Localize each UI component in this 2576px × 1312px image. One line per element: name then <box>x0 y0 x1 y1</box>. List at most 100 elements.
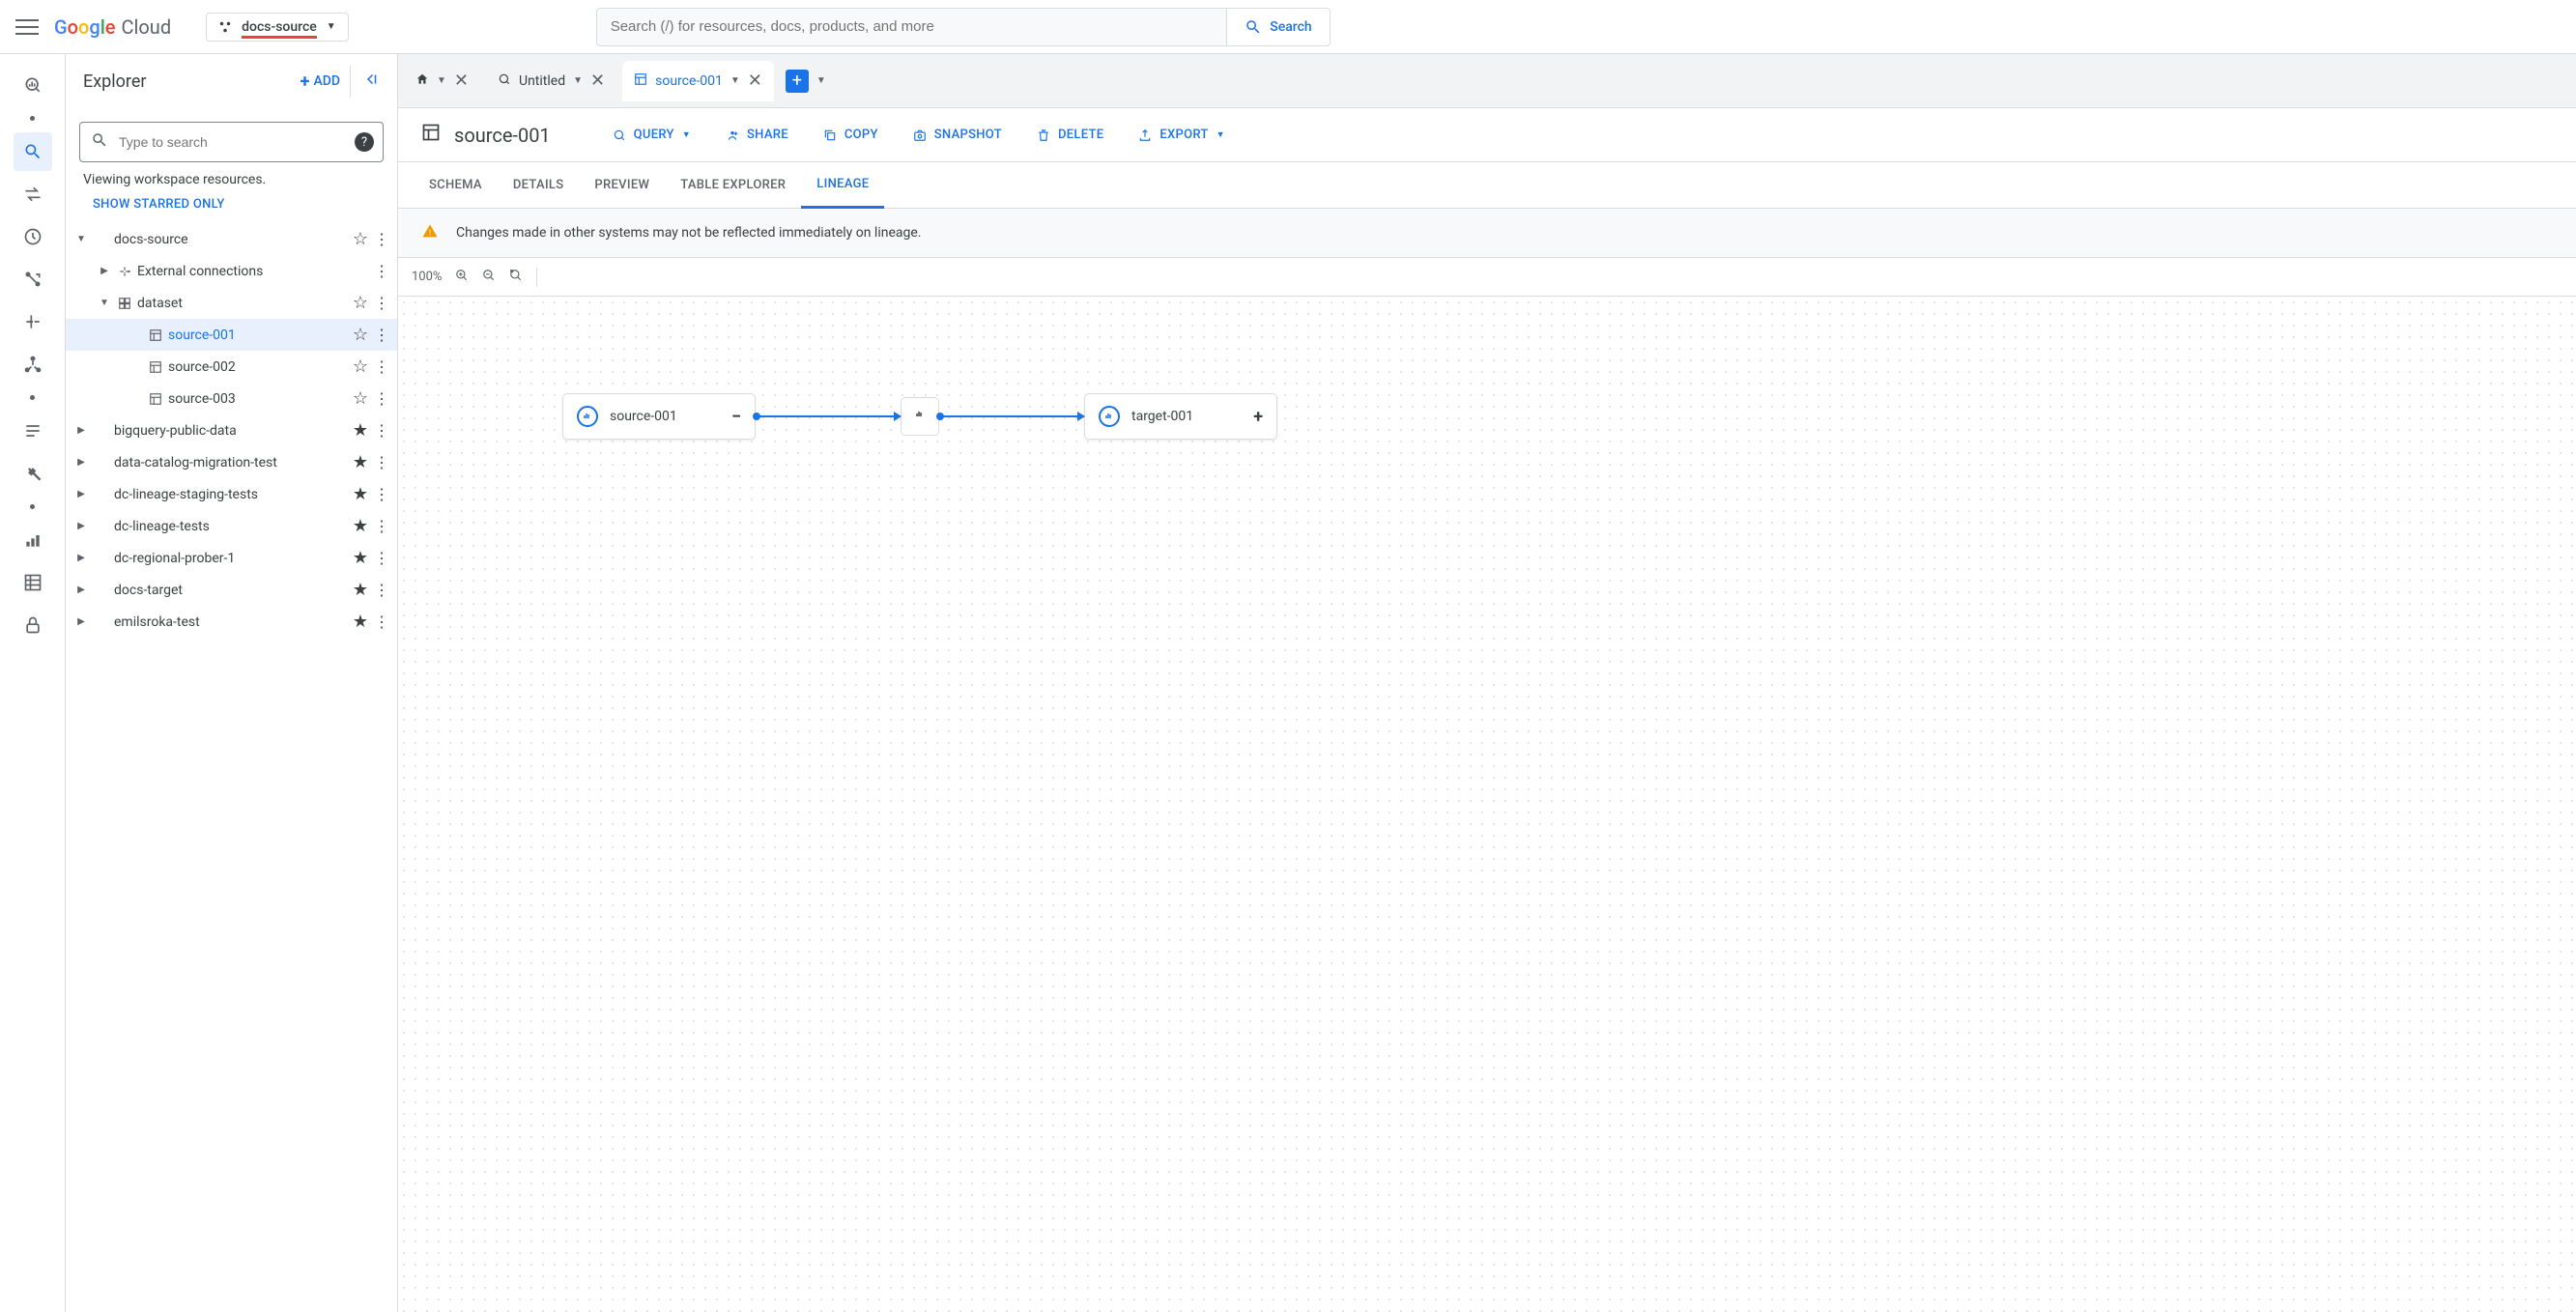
rail-data-transfer-icon[interactable] <box>14 175 52 214</box>
chevron-down-icon[interactable]: ▼ <box>437 75 446 86</box>
chevron-right-icon[interactable]: ▶ <box>73 489 89 499</box>
export-button[interactable]: EXPORT▼ <box>1138 128 1225 142</box>
chevron-right-icon[interactable]: ▶ <box>73 425 89 436</box>
chevron-right-icon[interactable]: ▶ <box>73 457 89 468</box>
star-filled-icon[interactable]: ★ <box>353 548 368 568</box>
delete-button[interactable]: DELETE <box>1037 128 1103 142</box>
lineage-node-target[interactable]: target-001 + <box>1084 393 1277 440</box>
rail-dataform-icon[interactable] <box>14 302 52 341</box>
star-filled-icon[interactable]: ★ <box>353 516 368 536</box>
help-icon[interactable]: ? <box>355 132 374 152</box>
star-icon[interactable]: ☆ <box>353 293 368 313</box>
chevron-down-icon[interactable]: ▼ <box>730 75 740 86</box>
tab-untitled[interactable]: Untitled ▼ ✕ <box>486 61 616 101</box>
zoom-reset-button[interactable] <box>509 268 523 286</box>
more-icon[interactable]: ⋮ <box>374 485 389 503</box>
star-icon[interactable]: ☆ <box>353 388 368 409</box>
zoom-out-button[interactable] <box>482 268 496 286</box>
rail-lock-icon[interactable] <box>14 606 52 644</box>
tree-project-bigquery-public[interactable]: ▶ bigquery-public-data ★ ⋮ <box>66 414 397 446</box>
more-icon[interactable]: ⋮ <box>374 230 389 248</box>
rail-table-icon[interactable] <box>14 563 52 602</box>
more-icon[interactable]: ⋮ <box>374 581 389 599</box>
star-filled-icon[interactable]: ★ <box>353 420 368 441</box>
more-icon[interactable]: ⋮ <box>374 389 389 408</box>
lineage-canvas[interactable]: source-001 − target-001 + <box>398 297 2576 1312</box>
rail-sql-workspace-icon[interactable] <box>14 132 52 171</box>
collapse-panel-button[interactable] <box>357 65 386 98</box>
more-icon[interactable]: ⋮ <box>374 262 389 280</box>
expand-icon[interactable]: + <box>1253 407 1263 427</box>
chevron-right-icon[interactable]: ▶ <box>97 266 112 276</box>
snapshot-button[interactable]: SNAPSHOT <box>913 128 1002 142</box>
star-filled-icon[interactable]: ★ <box>353 612 368 632</box>
tree-external-connections[interactable]: ▶ External connections ⋮ <box>66 255 397 287</box>
rail-bi-engine-icon[interactable] <box>14 521 52 559</box>
more-icon[interactable]: ⋮ <box>374 421 389 440</box>
add-button[interactable]: + ADD <box>291 66 351 98</box>
more-icon[interactable]: ⋮ <box>374 453 389 471</box>
copy-button[interactable]: COPY <box>823 128 878 142</box>
more-icon[interactable]: ⋮ <box>374 357 389 376</box>
chevron-down-icon[interactable]: ▼ <box>97 298 112 308</box>
rail-partner-icon[interactable] <box>14 412 52 450</box>
tab-table-explorer[interactable]: TABLE EXPLORER <box>665 162 801 209</box>
chevron-right-icon[interactable]: ▶ <box>73 553 89 563</box>
chevron-right-icon[interactable]: ▶ <box>73 616 89 627</box>
collapse-icon[interactable]: − <box>731 407 741 427</box>
rail-dataplex-icon[interactable] <box>14 345 52 384</box>
tree-project-docs-source[interactable]: ▼ docs-source ☆ ⋮ <box>66 223 397 255</box>
google-cloud-logo[interactable]: Google Cloud <box>54 15 171 39</box>
chevron-right-icon[interactable]: ▶ <box>73 585 89 595</box>
tab-lineage[interactable]: LINEAGE <box>801 162 884 209</box>
project-selector[interactable]: docs-source ▼ <box>206 13 349 42</box>
chevron-down-icon[interactable]: ▼ <box>573 75 583 86</box>
star-filled-icon[interactable]: ★ <box>353 452 368 472</box>
tree-table-source-001[interactable]: source-001 ☆ ⋮ <box>66 319 397 351</box>
close-icon[interactable]: ✕ <box>748 71 762 91</box>
menu-hamburger-icon[interactable] <box>15 15 39 39</box>
more-icon[interactable]: ⋮ <box>374 613 389 631</box>
star-icon[interactable]: ☆ <box>353 357 368 377</box>
star-filled-icon[interactable]: ★ <box>353 580 368 600</box>
tree-dataset[interactable]: ▼ dataset ☆ ⋮ <box>66 287 397 319</box>
close-icon[interactable]: ✕ <box>590 71 605 91</box>
query-button[interactable]: QUERY▼ <box>613 128 691 142</box>
rail-admin-icon[interactable] <box>14 454 52 493</box>
tree-table-source-002[interactable]: source-002 ☆ ⋮ <box>66 351 397 383</box>
rail-bigquery-icon[interactable] <box>14 66 52 104</box>
tree-project-dc-lineage-staging[interactable]: ▶ dc-lineage-staging-tests ★ ⋮ <box>66 478 397 510</box>
more-icon[interactable]: ⋮ <box>374 517 389 535</box>
star-icon[interactable]: ☆ <box>353 229 368 249</box>
close-icon[interactable]: ✕ <box>454 71 469 91</box>
tree-project-data-catalog[interactable]: ▶ data-catalog-migration-test ★ ⋮ <box>66 446 397 478</box>
zoom-in-button[interactable] <box>455 268 469 286</box>
show-starred-button[interactable]: SHOW STARRED ONLY <box>83 197 380 212</box>
tab-schema[interactable]: SCHEMA <box>414 162 498 209</box>
chevron-down-icon[interactable]: ▼ <box>73 234 89 244</box>
star-icon[interactable]: ☆ <box>353 325 368 345</box>
star-filled-icon[interactable]: ★ <box>353 484 368 504</box>
lineage-node-source[interactable]: source-001 − <box>562 393 756 440</box>
tab-source-001[interactable]: source-001 ▼ ✕ <box>622 61 774 101</box>
search-input[interactable] <box>596 8 1227 46</box>
share-button[interactable]: SHARE <box>726 128 788 142</box>
tree-project-docs-target[interactable]: ▶ docs-target ★ ⋮ <box>66 574 397 606</box>
tab-preview[interactable]: PREVIEW <box>579 162 665 209</box>
tab-details[interactable]: DETAILS <box>498 162 580 209</box>
rail-analytics-hub-icon[interactable] <box>14 260 52 299</box>
tree-project-emilsroka-test[interactable]: ▶ emilsroka-test ★ ⋮ <box>66 606 397 638</box>
chevron-right-icon[interactable]: ▶ <box>73 521 89 531</box>
more-icon[interactable]: ⋮ <box>374 549 389 567</box>
search-button[interactable]: Search <box>1226 8 1330 46</box>
rail-scheduled-queries-icon[interactable] <box>14 217 52 256</box>
tree-project-dc-regional-prober[interactable]: ▶ dc-regional-prober-1 ★ ⋮ <box>66 542 397 574</box>
explorer-search-input[interactable] <box>79 122 384 162</box>
more-icon[interactable]: ⋮ <box>374 326 389 344</box>
tab-home[interactable]: ▼ ✕ <box>404 61 480 101</box>
tree-table-source-003[interactable]: source-003 ☆ ⋮ <box>66 383 397 414</box>
tree-project-dc-lineage-tests[interactable]: ▶ dc-lineage-tests ★ ⋮ <box>66 510 397 542</box>
new-tab-button[interactable]: + <box>786 70 809 93</box>
more-icon[interactable]: ⋮ <box>374 294 389 312</box>
new-tab-dropdown[interactable]: ▼ <box>816 75 826 86</box>
